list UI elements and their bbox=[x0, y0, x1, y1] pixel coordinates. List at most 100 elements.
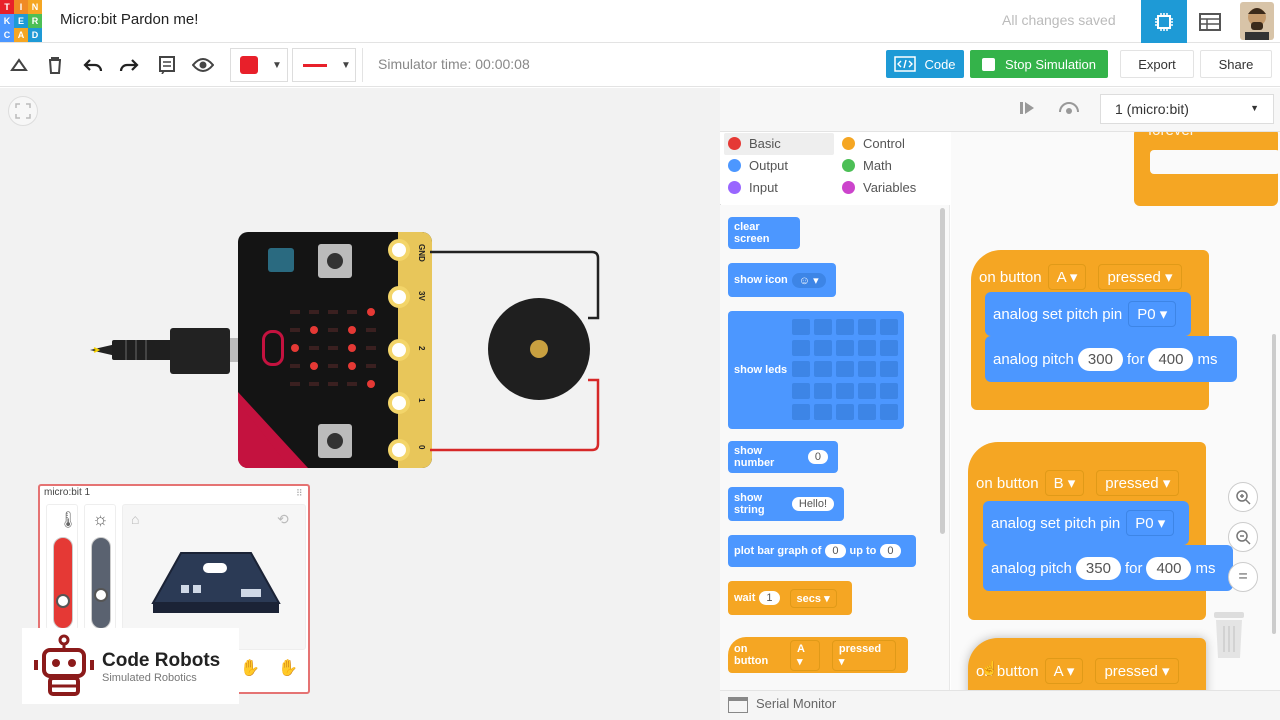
frequency-input[interactable]: 350 bbox=[1075, 556, 1121, 580]
event-dropdown[interactable]: pressed ▾ bbox=[1096, 470, 1180, 496]
led-cell[interactable] bbox=[836, 382, 854, 399]
led-cell[interactable] bbox=[836, 319, 854, 335]
button-b[interactable] bbox=[318, 424, 352, 458]
led-cell[interactable] bbox=[858, 382, 876, 399]
led-cell[interactable] bbox=[814, 361, 832, 378]
trash-icon[interactable] bbox=[1212, 610, 1246, 660]
export-button[interactable]: Export bbox=[1120, 50, 1194, 78]
workspace-scrollbar[interactable] bbox=[1272, 334, 1276, 634]
color-picker[interactable]: ▼ bbox=[230, 48, 288, 82]
led-cell[interactable] bbox=[880, 382, 898, 399]
pin-0[interactable] bbox=[388, 439, 410, 461]
button-dropdown[interactable]: B ▾ bbox=[1044, 470, 1085, 496]
led-cell[interactable] bbox=[858, 361, 876, 378]
category-math[interactable]: Math bbox=[836, 154, 946, 176]
block-on-button[interactable]: on button A ▾ pressed ▾ bbox=[728, 637, 908, 673]
undo-icon[interactable] bbox=[80, 52, 106, 78]
reset-orientation-icon[interactable]: ⟲ bbox=[277, 511, 289, 528]
led-cell[interactable] bbox=[814, 382, 832, 399]
led-cell[interactable] bbox=[814, 340, 832, 357]
event-on-button-a-dragging[interactable]: on button A ▾ pressed ▾ bbox=[968, 638, 1206, 692]
components-list-button[interactable] bbox=[1187, 0, 1233, 43]
block-show-leds[interactable]: show leds bbox=[728, 311, 904, 429]
led-cell[interactable] bbox=[792, 319, 810, 335]
circuit-view-button[interactable] bbox=[1141, 0, 1187, 43]
wire-style-picker[interactable]: ▼ bbox=[292, 48, 356, 82]
share-button[interactable]: Share bbox=[1200, 50, 1272, 78]
pin-1[interactable] bbox=[388, 392, 410, 414]
piezo-buzzer[interactable] bbox=[488, 298, 590, 400]
category-control[interactable]: Control bbox=[836, 132, 946, 154]
event-dropdown[interactable]: pressed ▾ bbox=[1095, 658, 1179, 684]
button-dropdown[interactable]: A ▾ bbox=[1047, 264, 1087, 290]
led-cell[interactable] bbox=[880, 361, 898, 378]
stop-simulation-button[interactable]: Stop Simulation bbox=[970, 50, 1108, 78]
led-cell[interactable] bbox=[792, 361, 810, 378]
led-cell[interactable] bbox=[792, 382, 810, 399]
light-slider[interactable] bbox=[91, 537, 111, 629]
led-cell[interactable] bbox=[836, 340, 854, 357]
temperature-slider[interactable] bbox=[53, 537, 73, 629]
led-cell[interactable] bbox=[858, 403, 876, 420]
duration-input[interactable]: 400 bbox=[1148, 347, 1194, 371]
avatar[interactable] bbox=[1240, 2, 1274, 40]
device-select[interactable]: 1 (micro:bit) ▼ bbox=[1100, 94, 1274, 124]
block-analog-pitch[interactable]: analog pitch 300 for 400 ms bbox=[985, 336, 1237, 382]
pin-2[interactable] bbox=[388, 339, 410, 361]
led-cell[interactable] bbox=[836, 403, 854, 420]
palette-scrollbar[interactable] bbox=[940, 208, 945, 534]
shake-icon[interactable]: ✋ bbox=[240, 658, 260, 678]
smiley-icon[interactable]: ☺ ▾ bbox=[791, 272, 826, 288]
serial-monitor-bar[interactable]: Serial Monitor bbox=[720, 690, 1280, 720]
delete-icon[interactable] bbox=[42, 52, 68, 78]
zoom-in-icon[interactable] bbox=[1228, 482, 1258, 512]
led-cell[interactable] bbox=[880, 403, 898, 420]
block-wait[interactable]: wait 1 secs ▾ bbox=[728, 581, 852, 615]
debugger-icon[interactable] bbox=[1058, 100, 1080, 121]
pin-3v[interactable] bbox=[388, 286, 410, 308]
led-grid-editor[interactable] bbox=[792, 319, 900, 421]
led-cell[interactable] bbox=[836, 361, 854, 378]
drag-handle-icon[interactable]: ⠿ bbox=[296, 488, 303, 499]
zoom-reset-icon[interactable]: = bbox=[1228, 562, 1258, 592]
rotate-icon[interactable] bbox=[6, 52, 32, 78]
pin-dropdown[interactable]: P0 ▾ bbox=[1126, 510, 1175, 536]
led-cell[interactable] bbox=[880, 340, 898, 357]
led-cell[interactable] bbox=[792, 340, 810, 357]
tinkercad-logo[interactable]: T I N K E R C A D bbox=[0, 0, 42, 42]
led-cell[interactable] bbox=[858, 319, 876, 335]
notes-icon[interactable] bbox=[154, 52, 180, 78]
event-dropdown[interactable]: pressed ▾ bbox=[1098, 264, 1182, 290]
step-icon[interactable] bbox=[1018, 100, 1036, 121]
block-plot-bar-graph[interactable]: plot bar graph of 0 up to 0 bbox=[728, 535, 916, 567]
category-variables[interactable]: Variables bbox=[836, 176, 946, 198]
button-a[interactable] bbox=[318, 244, 352, 278]
led-cell[interactable] bbox=[814, 403, 832, 420]
home-icon[interactable]: ⌂ bbox=[131, 511, 139, 527]
redo-icon[interactable] bbox=[116, 52, 142, 78]
block-analog-set-pitch-pin[interactable]: analog set pitch pin P0 ▾ bbox=[983, 501, 1189, 545]
pin-dropdown[interactable]: P0 ▾ bbox=[1128, 301, 1177, 327]
led-cell[interactable] bbox=[858, 340, 876, 357]
block-show-string[interactable]: show string Hello! bbox=[728, 487, 844, 521]
code-button[interactable]: Code bbox=[886, 50, 964, 78]
frequency-input[interactable]: 300 bbox=[1077, 347, 1123, 371]
block-analog-set-pitch-pin[interactable]: analog set pitch pin P0 ▾ bbox=[985, 292, 1191, 336]
category-output[interactable]: Output bbox=[722, 154, 832, 176]
gesture-icon[interactable]: ✋ bbox=[278, 658, 298, 678]
block-show-icon[interactable]: show icon ☺ ▾ bbox=[728, 263, 836, 297]
led-cell[interactable] bbox=[880, 319, 898, 335]
led-cell[interactable] bbox=[814, 319, 832, 335]
duration-input[interactable]: 400 bbox=[1146, 556, 1192, 580]
fit-view-button[interactable] bbox=[8, 96, 38, 126]
design-title[interactable]: Micro:bit Pardon me! bbox=[60, 11, 198, 28]
zoom-out-icon[interactable] bbox=[1228, 522, 1258, 552]
pin-gnd[interactable] bbox=[388, 239, 410, 261]
button-dropdown[interactable]: A ▾ bbox=[1044, 658, 1084, 684]
led-cell[interactable] bbox=[792, 403, 810, 420]
eye-icon[interactable] bbox=[190, 52, 216, 78]
block-analog-pitch[interactable]: analog pitch 350 for 400 ms bbox=[983, 545, 1233, 591]
code-workspace[interactable]: forever on button A ▾ pressed ▾ analog s… bbox=[951, 132, 1280, 692]
block-clear-screen[interactable]: clear screen bbox=[728, 217, 800, 249]
category-input[interactable]: Input bbox=[722, 176, 832, 198]
